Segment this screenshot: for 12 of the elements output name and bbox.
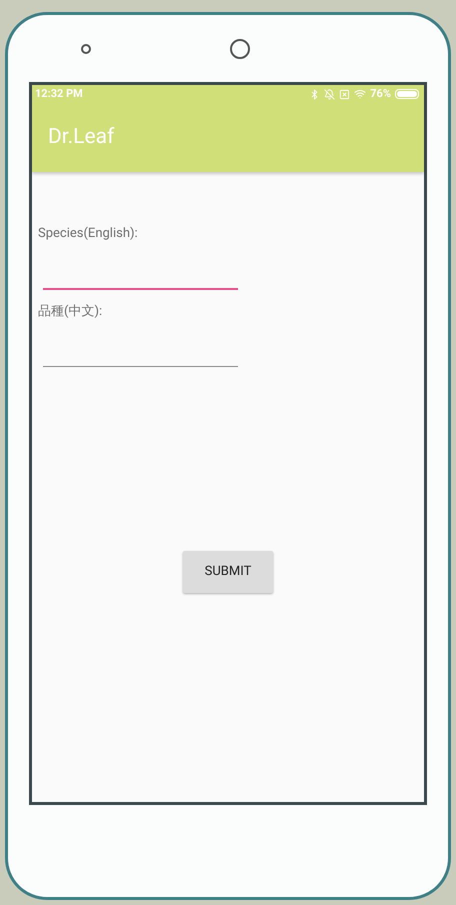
battery-percent: 76% (370, 86, 391, 102)
field-label: 品種(中文): (38, 302, 104, 320)
sensor-icon (81, 44, 91, 54)
field-label: Species(English): (38, 225, 139, 243)
bluetooth-icon (309, 88, 320, 100)
submit-button[interactable]: SUBMIT (183, 551, 273, 593)
square-x-icon (339, 88, 350, 100)
status-time: 12:32 PM (35, 86, 83, 102)
battery-icon (395, 89, 419, 99)
app-title: Dr.Leaf (48, 124, 114, 151)
camera-icon (230, 38, 250, 58)
bell-off-icon (324, 88, 336, 100)
